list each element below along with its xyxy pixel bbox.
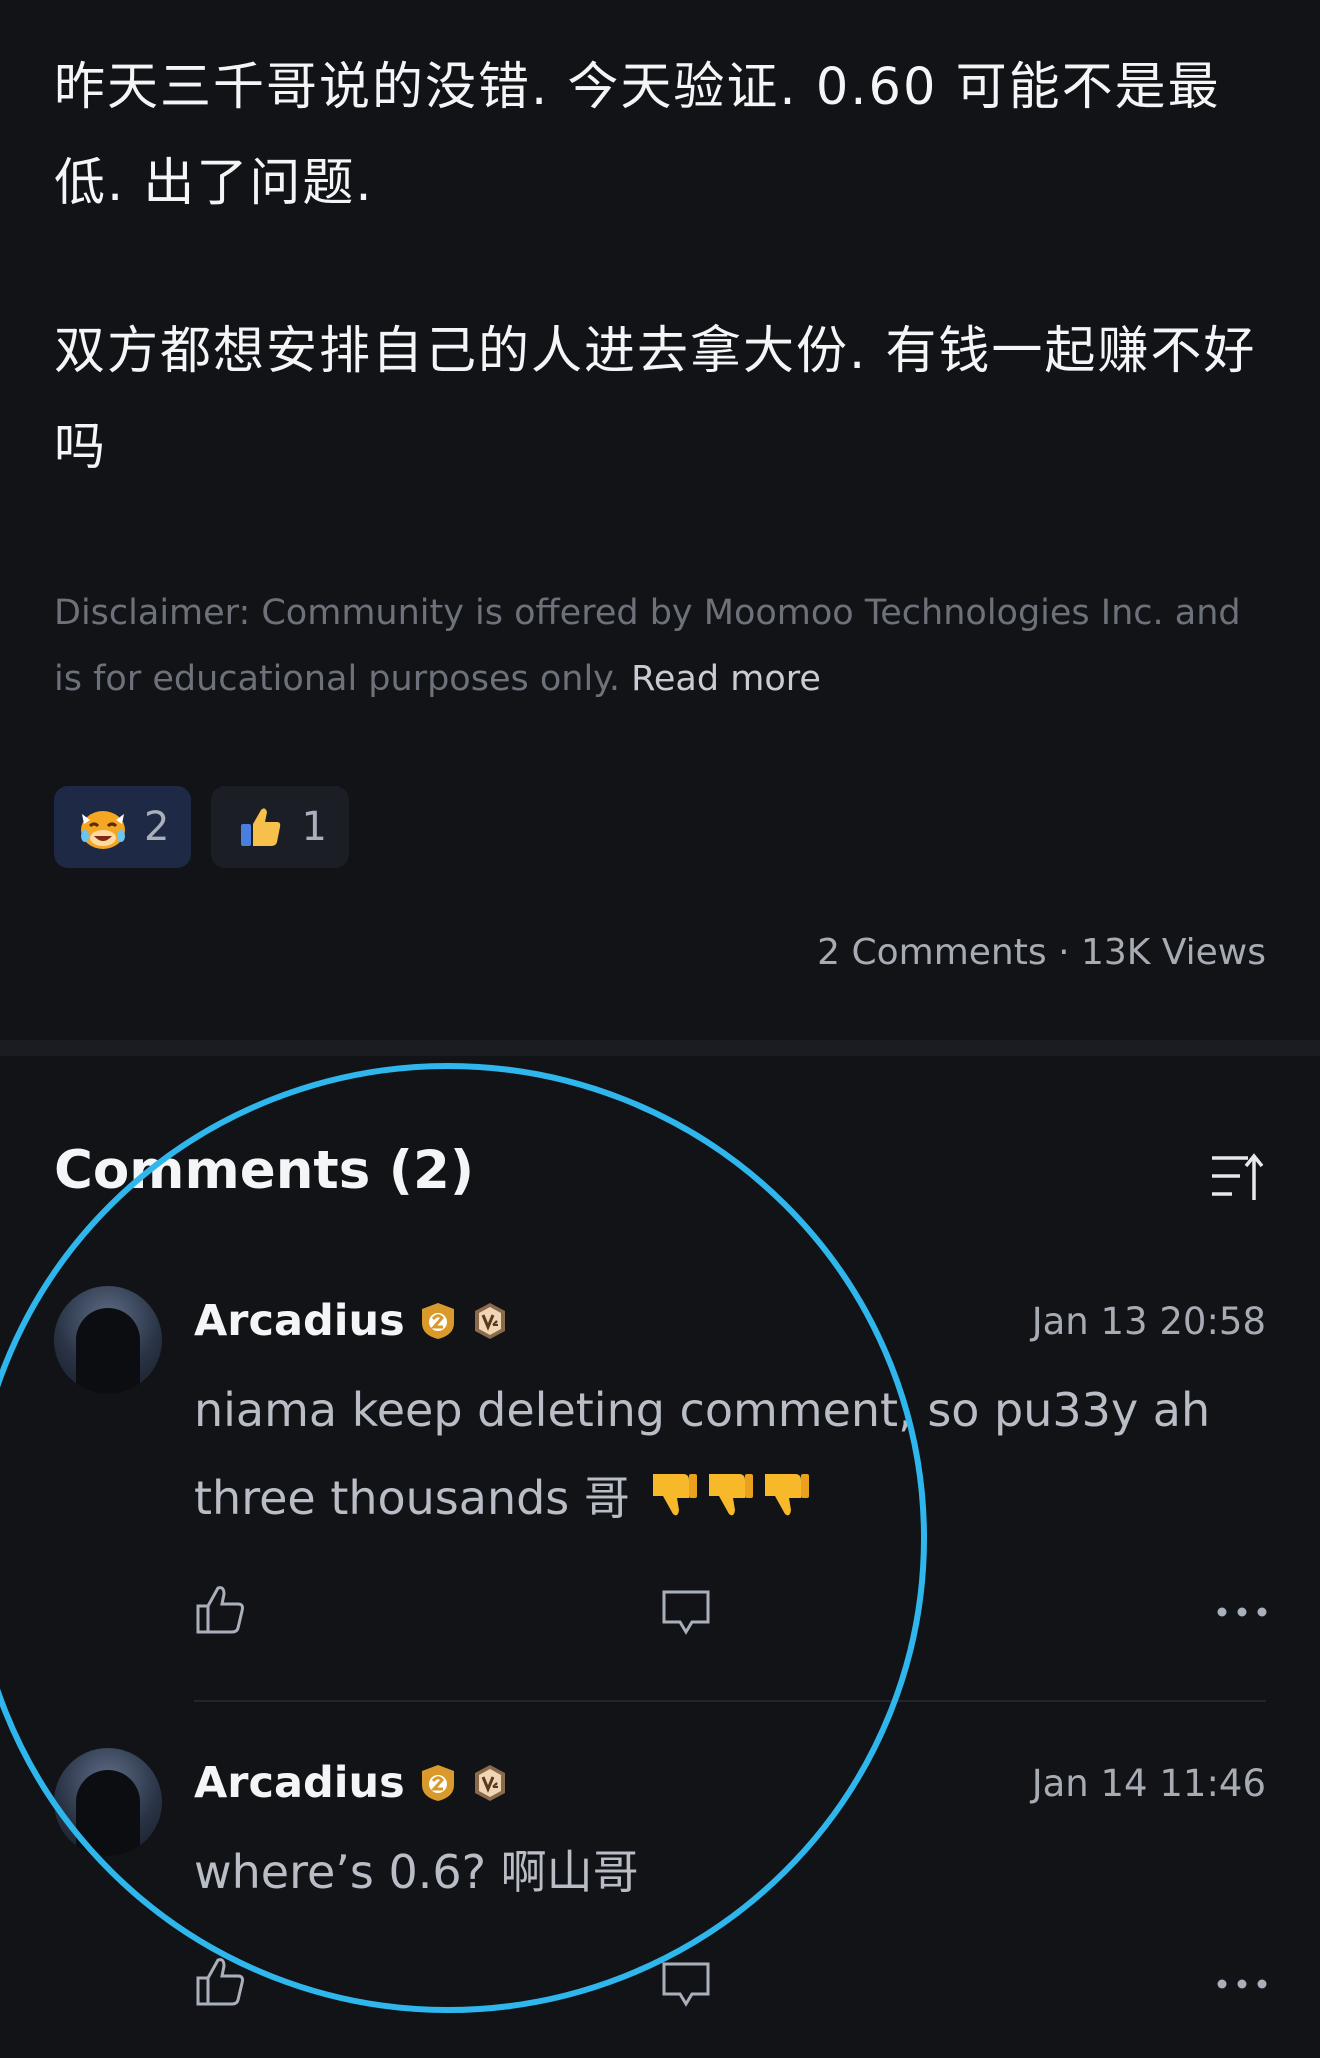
thumbs-up-emoji-icon xyxy=(241,808,281,846)
disclaimer: Disclaimer: Community is offered by Moom… xyxy=(54,580,1274,712)
like-icon[interactable] xyxy=(194,1956,246,2008)
level-2-shield-badge-icon xyxy=(421,1765,454,1801)
reply-icon[interactable] xyxy=(660,1958,712,2010)
level-2-shield-badge-icon xyxy=(421,1303,454,1339)
v2-badge-icon xyxy=(474,1765,505,1801)
v2-badge-icon xyxy=(474,1303,505,1339)
post-paragraph-2: 双方都想安排自己的人进去拿大份. 有钱一起赚不好吗 xyxy=(54,322,1257,477)
more-options-icon[interactable] xyxy=(1216,1586,1268,1638)
like-icon[interactable] xyxy=(194,1584,246,1636)
laughing-cow-emoji-icon xyxy=(81,811,125,849)
post-stats: 2 Comments · 13K Views xyxy=(817,932,1266,973)
comments-title: Comments (2) xyxy=(54,1140,475,1201)
thumbs-down-emoji-icon xyxy=(764,1474,809,1516)
comment-author[interactable]: Arcadius xyxy=(194,1758,405,1808)
comment-divider xyxy=(194,1700,1266,1702)
comment-author[interactable]: Arcadius xyxy=(194,1296,405,1346)
more-options-icon[interactable] xyxy=(1216,1958,1268,2010)
read-more-link[interactable]: Read more xyxy=(631,659,821,699)
thumbs-down-emoji-icon xyxy=(708,1474,753,1516)
post-content: 昨天三千哥说的没错. 今天验证. 0.60 可能不是最低. 出了问题. 双方都想… xyxy=(54,40,1274,496)
sort-icon[interactable] xyxy=(1210,1152,1266,1204)
comment-time: Jan 14 11:46 xyxy=(1031,1762,1266,1805)
comment-body: niama keep deleting comment, so pu33y ah… xyxy=(194,1366,1254,1542)
comment-text: where’s 0.6? 啊山哥 xyxy=(194,1845,639,1899)
reaction-thumbs-up-button[interactable]: 1 xyxy=(211,786,349,868)
comment-time: Jan 13 20:58 xyxy=(1031,1300,1266,1343)
reaction-laughing-button[interactable]: 2 xyxy=(54,786,192,868)
thumbs-down-emoji-icon xyxy=(652,1474,697,1516)
reactions-bar: 2 1 xyxy=(54,786,349,868)
comment-body: where’s 0.6? 啊山哥 xyxy=(194,1828,1254,1916)
reaction-count: 2 xyxy=(144,804,170,850)
comment-item: Arcadius Jan 14 11:46 where’s 0.6? 啊山哥 xyxy=(54,1748,1266,1988)
reaction-count: 1 xyxy=(301,804,327,850)
post-paragraph-1: 昨天三千哥说的没错. 今天验证. 0.60 可能不是最低. 出了问题. xyxy=(54,58,1221,213)
reply-icon[interactable] xyxy=(660,1586,712,1638)
section-divider xyxy=(0,1040,1320,1056)
avatar[interactable] xyxy=(54,1748,162,1856)
avatar[interactable] xyxy=(54,1286,162,1394)
